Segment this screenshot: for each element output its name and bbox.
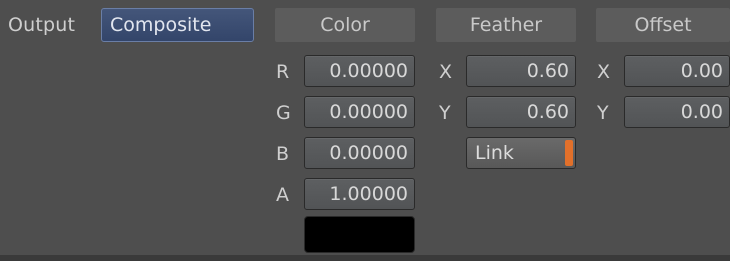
color-b-field[interactable]: 0.00000	[304, 137, 415, 169]
color-g-label: G	[276, 102, 291, 124]
color-swatch[interactable]	[304, 216, 415, 253]
feather-y-label: Y	[439, 102, 451, 124]
color-r-label: R	[276, 61, 290, 83]
link-active-indicator	[565, 140, 573, 166]
output-label: Output	[8, 14, 76, 36]
feather-x-label: X	[439, 61, 453, 83]
offset-x-field[interactable]: 0.00	[624, 55, 730, 87]
offset-y-field[interactable]: 0.00	[624, 96, 730, 128]
feather-header: Feather	[436, 8, 576, 42]
output-settings-panel: Output Composite Color Feather Offset R …	[0, 0, 730, 261]
offset-y-label: Y	[597, 102, 609, 124]
color-a-field[interactable]: 1.00000	[304, 178, 415, 210]
feather-link-label: Link	[475, 142, 514, 164]
offset-header: Offset	[596, 8, 730, 42]
color-r-field[interactable]: 0.00000	[304, 55, 415, 87]
output-dropdown[interactable]: Composite	[101, 8, 254, 42]
color-header: Color	[275, 8, 415, 42]
feather-x-field[interactable]: 0.60	[466, 55, 576, 87]
color-b-label: B	[276, 143, 290, 165]
color-g-field[interactable]: 0.00000	[304, 96, 415, 128]
color-a-label: A	[276, 184, 290, 206]
offset-x-label: X	[597, 61, 611, 83]
feather-link-toggle[interactable]: Link	[466, 137, 576, 169]
feather-y-field[interactable]: 0.60	[466, 96, 576, 128]
